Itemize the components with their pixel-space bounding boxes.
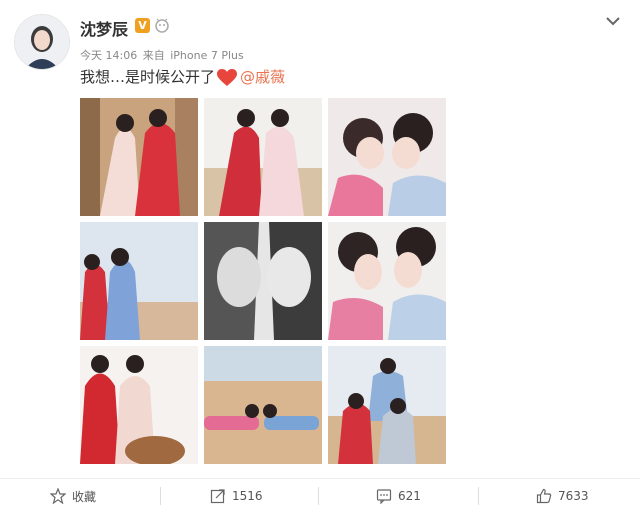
comment-count: 621 (398, 489, 421, 503)
toolbar-divider (160, 487, 161, 505)
repost-button[interactable]: 1516 (210, 485, 263, 507)
photo-1[interactable] (80, 98, 198, 216)
post-source[interactable]: iPhone 7 Plus (170, 49, 244, 62)
photo-7[interactable] (80, 346, 198, 464)
photo-3[interactable] (328, 98, 446, 216)
toolbar-divider (318, 487, 319, 505)
mention-link[interactable]: @戚薇 (240, 68, 285, 86)
like-count: 7633 (558, 489, 589, 503)
source-prefix: 来自 (142, 49, 165, 62)
verified-badge-icon: V (135, 18, 150, 33)
repost-count: 1516 (232, 489, 263, 503)
photo-8[interactable] (204, 346, 322, 464)
photo-2[interactable] (204, 98, 322, 216)
comment-icon (376, 489, 392, 504)
post-time: 今天 14:06 (80, 49, 138, 62)
post-body: 我想…是时候公开了 (80, 68, 216, 86)
photo-grid (80, 98, 446, 464)
favorite-button[interactable]: 收藏 (50, 485, 96, 507)
member-icon (155, 18, 169, 33)
chevron-down-icon[interactable] (604, 14, 622, 28)
photo-5[interactable] (204, 222, 322, 340)
photo-6[interactable] (328, 222, 446, 340)
photo-4[interactable] (80, 222, 198, 340)
photo-9[interactable] (328, 346, 446, 464)
comment-button[interactable]: 621 (376, 485, 421, 507)
post-meta: 今天 14:06 来自 iPhone 7 Plus (80, 47, 246, 63)
username[interactable]: 沈梦辰 (80, 16, 128, 40)
favorite-label: 收藏 (72, 489, 97, 504)
like-button[interactable]: 7633 (536, 485, 589, 507)
avatar[interactable] (14, 14, 70, 70)
like-icon (536, 488, 552, 504)
action-toolbar: 收藏 1516 621 7633 (0, 478, 640, 515)
toolbar-divider (478, 487, 479, 505)
heart-emoji-icon (217, 68, 238, 86)
star-icon (50, 488, 66, 504)
repost-icon (210, 489, 225, 504)
post-text: 我想…是时候公开了 @戚薇 (80, 66, 285, 87)
